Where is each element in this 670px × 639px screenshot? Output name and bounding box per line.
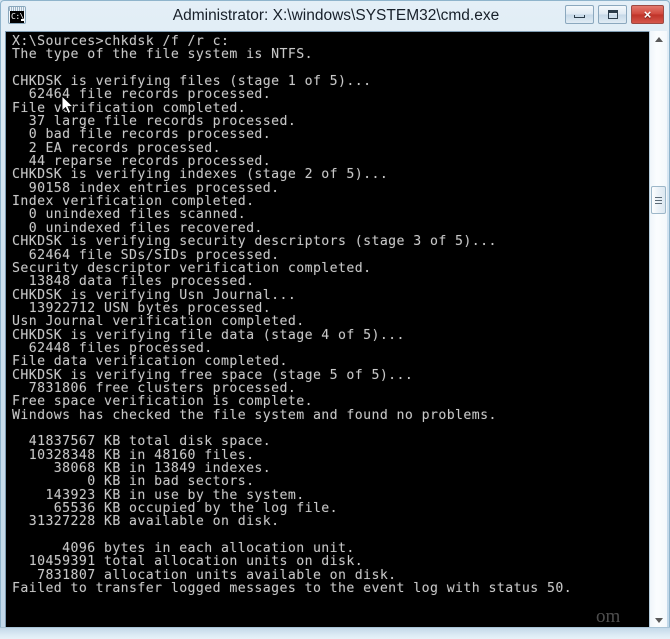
grip-icon	[655, 196, 662, 204]
console-scrollbar[interactable]	[649, 31, 667, 628]
close-button[interactable]: ×	[631, 5, 664, 24]
minimize-button[interactable]	[565, 5, 594, 24]
maximize-icon	[607, 10, 618, 19]
maximize-button[interactable]	[598, 5, 627, 24]
console-text: X:\Sources>chkdsk /f /r c: The type of t…	[12, 34, 573, 597]
icon-console-text: C:\	[10, 11, 24, 23]
minimize-icon	[574, 15, 585, 18]
screenshot-root: C:\ Administrator: X:\windows\SYSTEM32\c…	[0, 0, 670, 639]
scrollbar-up-button[interactable]	[650, 31, 667, 47]
cmd-console-icon: C:\	[8, 6, 26, 24]
console-output-area[interactable]: X:\Sources>chkdsk /f /r c: The type of t…	[5, 31, 649, 628]
chevron-up-icon	[654, 36, 663, 42]
scrollbar-down-button[interactable]	[650, 612, 667, 628]
chevron-down-icon	[654, 617, 663, 623]
window-bottom-frame	[0, 627, 670, 639]
cmd-window: C:\ Administrator: X:\windows\SYSTEM32\c…	[0, 0, 670, 632]
icon-cursor-block	[21, 19, 24, 21]
close-icon: ×	[643, 7, 652, 22]
scrollbar-thumb[interactable]	[651, 186, 666, 214]
